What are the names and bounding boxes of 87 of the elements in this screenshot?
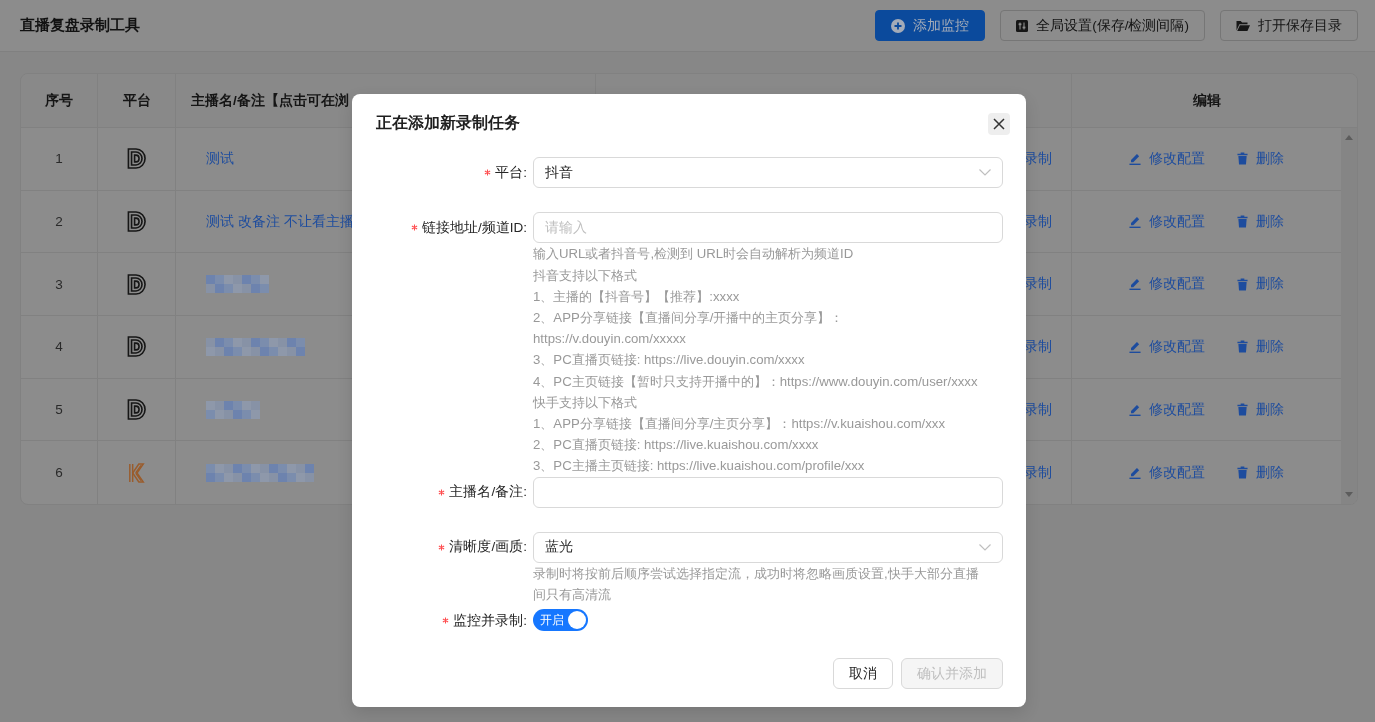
help-text: 3、PC主播主页链接: https://live.kuaishou.com/profile/xxx: [533, 457, 866, 476]
switch-knob: [568, 611, 586, 629]
streamer-name-link[interactable]: 测试 改备注 不让看主播: [206, 212, 354, 231]
row-number: 3: [55, 276, 63, 292]
help-text: https://v.douyin.com/xxxxx: [533, 330, 687, 349]
trash-icon: [1237, 403, 1248, 417]
sliders-icon: [1016, 19, 1029, 32]
trash-icon: [1237, 215, 1248, 229]
help-text: 1、APP分享链接【直播间分享/主页分享】：https://v.kuaishou.com/xxx: [533, 415, 947, 433]
column-header: 主播名/备注【点击可在浏: [191, 91, 349, 110]
scrollbar-track[interactable]: [1341, 128, 1357, 505]
delete-link[interactable]: 删除: [1237, 275, 1284, 294]
k-logo-icon: [127, 462, 146, 483]
d-logo-icon: [127, 399, 146, 421]
help-text: 输入URL或者抖音号,检测到 URL时会自动解析为频道ID: [533, 245, 855, 264]
cancel-button[interactable]: 取消: [833, 658, 893, 689]
edit-link[interactable]: 修改配置: [1129, 212, 1205, 231]
help-text: 3、PC直播页链接: https://live.douyin.com/xxxx: [533, 351, 806, 370]
settings-button[interactable]: 全局设置(保存/检测间隔): [1000, 10, 1205, 41]
field-label: 链接地址/频道ID:: [422, 218, 527, 237]
help-text: 1、主播的【抖音号】【推荐】:xxxx: [533, 287, 741, 306]
trash-icon: [1237, 466, 1248, 480]
row-number: 2: [55, 214, 63, 230]
d-logo-icon: [127, 273, 146, 295]
scroll-down-arrow-icon[interactable]: [1345, 492, 1353, 498]
pencil-icon: [1129, 215, 1141, 228]
edit-link[interactable]: 修改配置: [1129, 400, 1205, 419]
close-icon: [993, 117, 1005, 130]
help-text: 2、PC直播页链接: https://live.kuaishou.com/xxxx: [533, 436, 820, 455]
d-logo-icon: [127, 211, 146, 233]
pencil-icon: [1129, 403, 1141, 416]
edit-link[interactable]: 修改配置: [1129, 463, 1205, 482]
record-link[interactable]: 录制: [1024, 463, 1052, 482]
select-field[interactable]: 抖音: [533, 157, 1003, 189]
help-text: 录制时将按前后顺序尝试选择指定流，成功时将忽略画质设置,快手大部分直播间只有高清流: [533, 564, 980, 604]
add-button[interactable]: 添加监控: [875, 10, 986, 41]
select-field[interactable]: 蓝光: [533, 531, 1003, 563]
record-link[interactable]: 录制: [1024, 212, 1052, 231]
d-logo-icon: [127, 148, 146, 170]
row-number: 4: [55, 339, 63, 355]
help-text: 抖音支持以下格式: [533, 266, 638, 285]
dialog-title: 正在添加新录制任务: [376, 113, 520, 134]
plus-circle-icon: [891, 18, 906, 33]
column-header: 编辑: [1192, 91, 1221, 110]
pencil-icon: [1129, 340, 1141, 353]
delete-link[interactable]: 删除: [1237, 212, 1284, 231]
trash-icon: [1237, 340, 1248, 354]
edit-link[interactable]: 修改配置: [1129, 275, 1205, 294]
delete-link[interactable]: 删除: [1237, 149, 1284, 168]
row-number: 1: [55, 151, 63, 167]
edit-link[interactable]: 修改配置: [1129, 337, 1205, 356]
help-text: 4、PC主页链接【暂时只支持开播中的】：https://www.douyin.com/user/xxxx: [533, 372, 979, 391]
field-label: 清晰度/画质:: [449, 538, 527, 557]
delete-link[interactable]: 删除: [1237, 337, 1284, 356]
toggle-switch[interactable]: 开启: [533, 609, 588, 631]
help-text: 快手支持以下格式: [533, 393, 638, 412]
record-link[interactable]: 录制: [1024, 275, 1052, 294]
help-text: 2、APP分享链接【直播间分享/开播中的主页分享】：: [533, 308, 845, 327]
text-input[interactable]: [533, 476, 1003, 508]
record-link[interactable]: 录制: [1024, 400, 1052, 419]
field-label: 平台:: [495, 163, 527, 182]
pencil-icon: [1129, 466, 1141, 479]
chevron-down-icon: [979, 169, 991, 177]
pencil-icon: [1129, 152, 1141, 165]
scroll-up-arrow-icon[interactable]: [1345, 135, 1353, 140]
close-button[interactable]: [988, 112, 1010, 135]
pencil-icon: [1129, 278, 1141, 291]
open-folder-button[interactable]: 打开保存目录: [1220, 10, 1358, 41]
app-title: 直播复盘录制工具: [20, 16, 141, 35]
column-header: 序号: [45, 91, 73, 110]
field-label: 主播名/备注:: [449, 483, 527, 502]
trash-icon: [1237, 277, 1248, 291]
text-input[interactable]: 请输入: [533, 212, 1003, 244]
row-number: 6: [55, 465, 63, 481]
d-logo-icon: [127, 336, 146, 358]
delete-link[interactable]: 删除: [1237, 400, 1284, 419]
edit-link[interactable]: 修改配置: [1129, 149, 1205, 168]
delete-link[interactable]: 删除: [1237, 463, 1284, 482]
trash-icon: [1237, 152, 1248, 166]
row-number: 5: [55, 402, 63, 418]
record-link[interactable]: 录制: [1024, 337, 1052, 356]
field-label: 监控并录制:: [453, 611, 527, 630]
record-link[interactable]: 录制: [1024, 149, 1052, 168]
streamer-name-link[interactable]: 测试: [206, 149, 234, 168]
folder-icon: [1236, 19, 1250, 32]
chevron-down-icon: [979, 543, 991, 551]
column-header: 平台: [122, 91, 151, 110]
